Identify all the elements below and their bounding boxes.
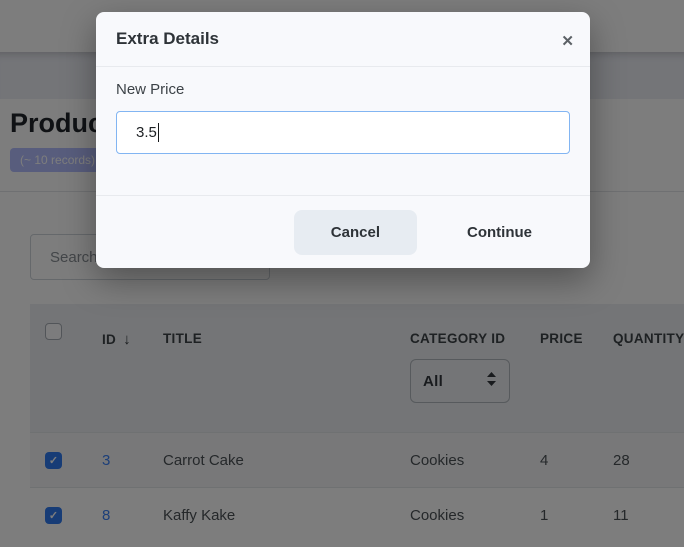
modal-body: New Price 3.5 [96, 67, 590, 154]
close-icon[interactable]: ✕ [557, 30, 578, 53]
modal-header: Extra Details [96, 12, 590, 67]
new-price-input[interactable]: 3.5 [116, 111, 570, 154]
cancel-button[interactable]: Cancel [294, 210, 417, 255]
modal-title: Extra Details [116, 29, 219, 49]
new-price-value: 3.5 [136, 124, 157, 141]
modal-footer: Cancel Continue [96, 195, 590, 268]
new-price-label: New Price [116, 81, 570, 98]
extra-details-modal: Extra Details ✕ New Price 3.5 Cancel Con… [96, 12, 590, 268]
app-window: Products (~ 10 records) ID↓ TITLE CATEGO… [0, 0, 684, 547]
continue-button[interactable]: Continue [439, 210, 560, 255]
text-caret [158, 123, 159, 142]
